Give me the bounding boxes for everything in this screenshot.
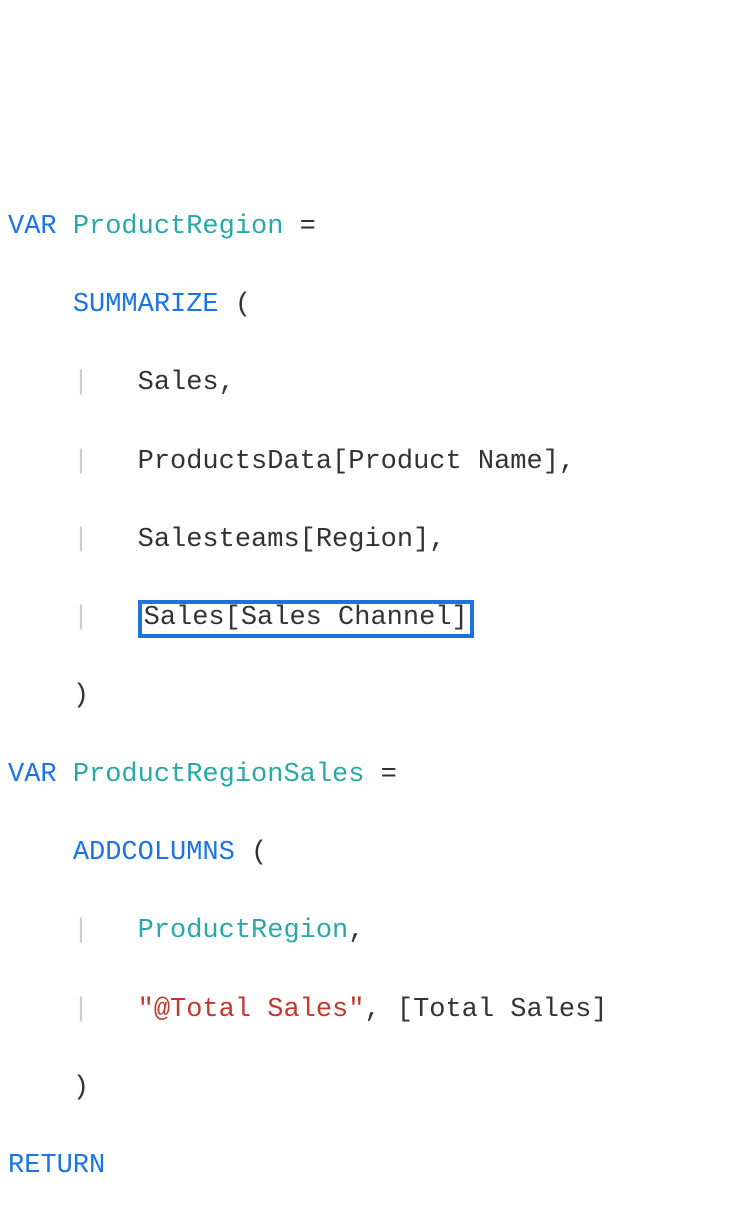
keyword-var: VAR: [8, 212, 57, 242]
keyword-return: RETURN: [8, 1151, 105, 1181]
code-line: ): [8, 677, 746, 716]
code-line: RETURN: [8, 1147, 746, 1186]
argument: Sales: [138, 368, 219, 398]
open-paren: (: [235, 290, 251, 320]
argument-identifier: ProductRegion: [138, 916, 349, 946]
function-name: ADDCOLUMNS: [73, 838, 235, 868]
comma: ,: [219, 368, 235, 398]
code-line: | Sales[Sales Channel]: [8, 599, 746, 638]
comma: ,: [559, 447, 575, 477]
function-name: SUMMARIZE: [73, 290, 219, 320]
comma: ,: [364, 995, 380, 1025]
open-paren: (: [251, 838, 267, 868]
variable-name: ProductRegionSales: [73, 760, 365, 790]
dax-code-block: VAR ProductRegion = SUMMARIZE ( | Sales,…: [8, 169, 746, 1216]
code-line: ): [8, 1069, 746, 1108]
code-line: | "@Total Sales", [Total Sales]: [8, 991, 746, 1030]
comma: ,: [429, 525, 445, 555]
code-line: | ProductRegion,: [8, 912, 746, 951]
variable-name: ProductRegion: [73, 212, 284, 242]
equals-sign: =: [300, 212, 316, 242]
string-literal: "@Total Sales": [138, 995, 365, 1025]
comma: ,: [348, 916, 364, 946]
argument: Salesteams[Region]: [138, 525, 430, 555]
highlighted-argument: Sales[Sales Channel]: [138, 600, 474, 638]
close-paren: ): [73, 1073, 89, 1103]
code-line: SUMMARIZE (: [8, 286, 746, 325]
code-line: ADDCOLUMNS (: [8, 834, 746, 873]
code-line: | Salesteams[Region],: [8, 521, 746, 560]
code-line: VAR ProductRegionSales =: [8, 756, 746, 795]
close-paren: ): [73, 681, 89, 711]
argument: ProductsData[Product Name]: [138, 447, 559, 477]
code-line: | Sales,: [8, 364, 746, 403]
keyword-var: VAR: [8, 760, 57, 790]
equals-sign: =: [381, 760, 397, 790]
code-line: | ProductsData[Product Name],: [8, 443, 746, 482]
argument: [Total Sales]: [397, 995, 608, 1025]
code-line: VAR ProductRegion =: [8, 208, 746, 247]
